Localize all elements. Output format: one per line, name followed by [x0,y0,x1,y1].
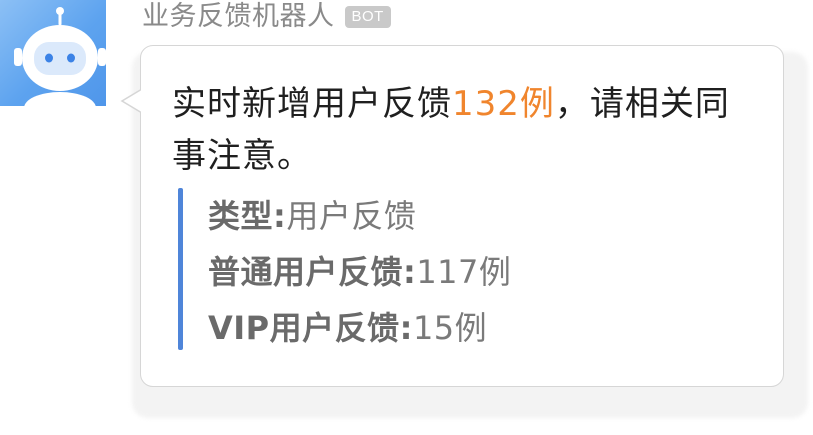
bot-avatar[interactable] [0,0,106,106]
message-prefix: 实时新增用户反馈 [172,84,452,124]
detail-list: 类型:用户反馈 普通用户反馈:117例 VIP用户反馈:15例 [208,188,511,356]
robot-icon [14,7,106,106]
detail-value: 15例 [412,309,488,347]
feedback-count: 132例 [452,84,555,124]
detail-label: VIP用户反馈 [208,309,400,347]
detail-vip-users: VIP用户反馈:15例 [208,300,511,356]
chat-message: 业务反馈机器人 BOT 实时新增用户反馈132例，请相关同事注意。 类型:用户反… [0,0,813,435]
message-text: 实时新增用户反馈132例，请相关同事注意。 [172,78,762,182]
bot-badge: BOT [344,6,391,28]
detail-sep: : [403,253,417,291]
detail-label: 类型 [208,197,274,235]
detail-label: 普通用户反馈 [208,253,404,291]
quote-bar [178,188,183,350]
detail-value: 用户反馈 [286,197,417,235]
detail-value: 117例 [416,253,512,291]
sender-name[interactable]: 业务反馈机器人 [142,0,335,34]
detail-type: 类型:用户反馈 [208,188,511,244]
detail-quote: 类型:用户反馈 普通用户反馈:117例 VIP用户反馈:15例 [178,188,738,350]
detail-normal-users: 普通用户反馈:117例 [208,244,511,300]
detail-sep: : [399,309,413,347]
detail-sep: : [273,197,287,235]
sender-row: 业务反馈机器人 BOT [142,0,391,34]
